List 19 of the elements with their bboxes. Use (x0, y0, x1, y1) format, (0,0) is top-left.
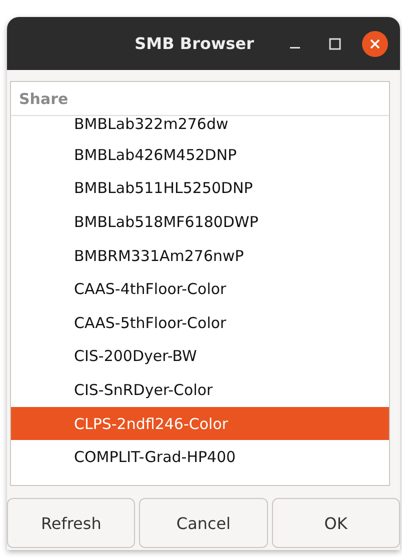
list-item[interactable]: CIS-SnRDyer-Color (11, 373, 389, 407)
list-item[interactable]: BMBRM331Am276nwP (11, 238, 389, 272)
list-item[interactable]: CLPS-2ndfl246-Color (11, 406, 389, 440)
dialog-button[interactable]: OK (272, 498, 400, 548)
maximize-icon (329, 38, 341, 50)
list-item[interactable]: CAAS-5thFloor-Color (11, 306, 389, 340)
list-item[interactable]: BMBLab518MF6180DWP (11, 205, 389, 239)
list-item[interactable]: BMBLab322m276dw (11, 116, 389, 138)
window-title: SMB Browser (134, 34, 254, 53)
list-item[interactable]: BMBLab511HL5250DNP (11, 172, 389, 206)
minimize-icon (290, 46, 300, 48)
list-item[interactable]: CAAS-4thFloor-Color (11, 272, 389, 306)
dialog-button[interactable]: Refresh (7, 498, 136, 548)
close-button[interactable] (362, 30, 388, 56)
list-item[interactable]: BMBLab426M452DNP (11, 138, 389, 172)
list-item[interactable]: COMPLIT-Grad-HP400 (11, 440, 389, 474)
list-item[interactable]: CIS-200Dyer-BW (11, 340, 389, 374)
dialog-button[interactable]: Cancel (139, 498, 268, 548)
close-icon (369, 38, 381, 50)
